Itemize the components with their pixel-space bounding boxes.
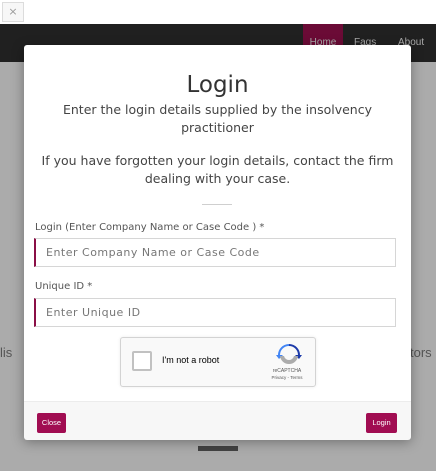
modal-help-text: If you have forgotten your login details…: [41, 153, 394, 186]
modal-subtitle: Enter the login details supplied by the …: [62, 102, 372, 135]
modal-footer: Close Login: [24, 401, 411, 440]
login-modal: Login Enter the login details supplied b…: [24, 45, 411, 440]
recaptcha-checkbox[interactable]: [132, 351, 152, 371]
browser-tab-strip: ×: [0, 0, 436, 24]
recaptcha-privacy-terms[interactable]: Privacy - Terms: [259, 375, 315, 380]
close-button[interactable]: Close: [37, 413, 66, 433]
recaptcha-logo-icon: [276, 344, 302, 365]
recaptcha-brand: reCAPTCHA: [272, 368, 302, 374]
login-button[interactable]: Login: [366, 413, 397, 433]
unique-id-input[interactable]: [34, 298, 396, 327]
divider: [202, 204, 232, 205]
modal-title: Login: [186, 72, 249, 99]
login-input[interactable]: [34, 238, 396, 267]
tab-close-icon[interactable]: ×: [2, 2, 24, 22]
login-field-label: Login (Enter Company Name or Case Code )…: [35, 222, 265, 233]
recaptcha-label: I'm not a robot: [162, 355, 220, 365]
recaptcha-widget: I'm not a robot reCAPTCHA Privacy - Term…: [120, 337, 316, 387]
unique-id-label: Unique ID *: [35, 281, 93, 292]
